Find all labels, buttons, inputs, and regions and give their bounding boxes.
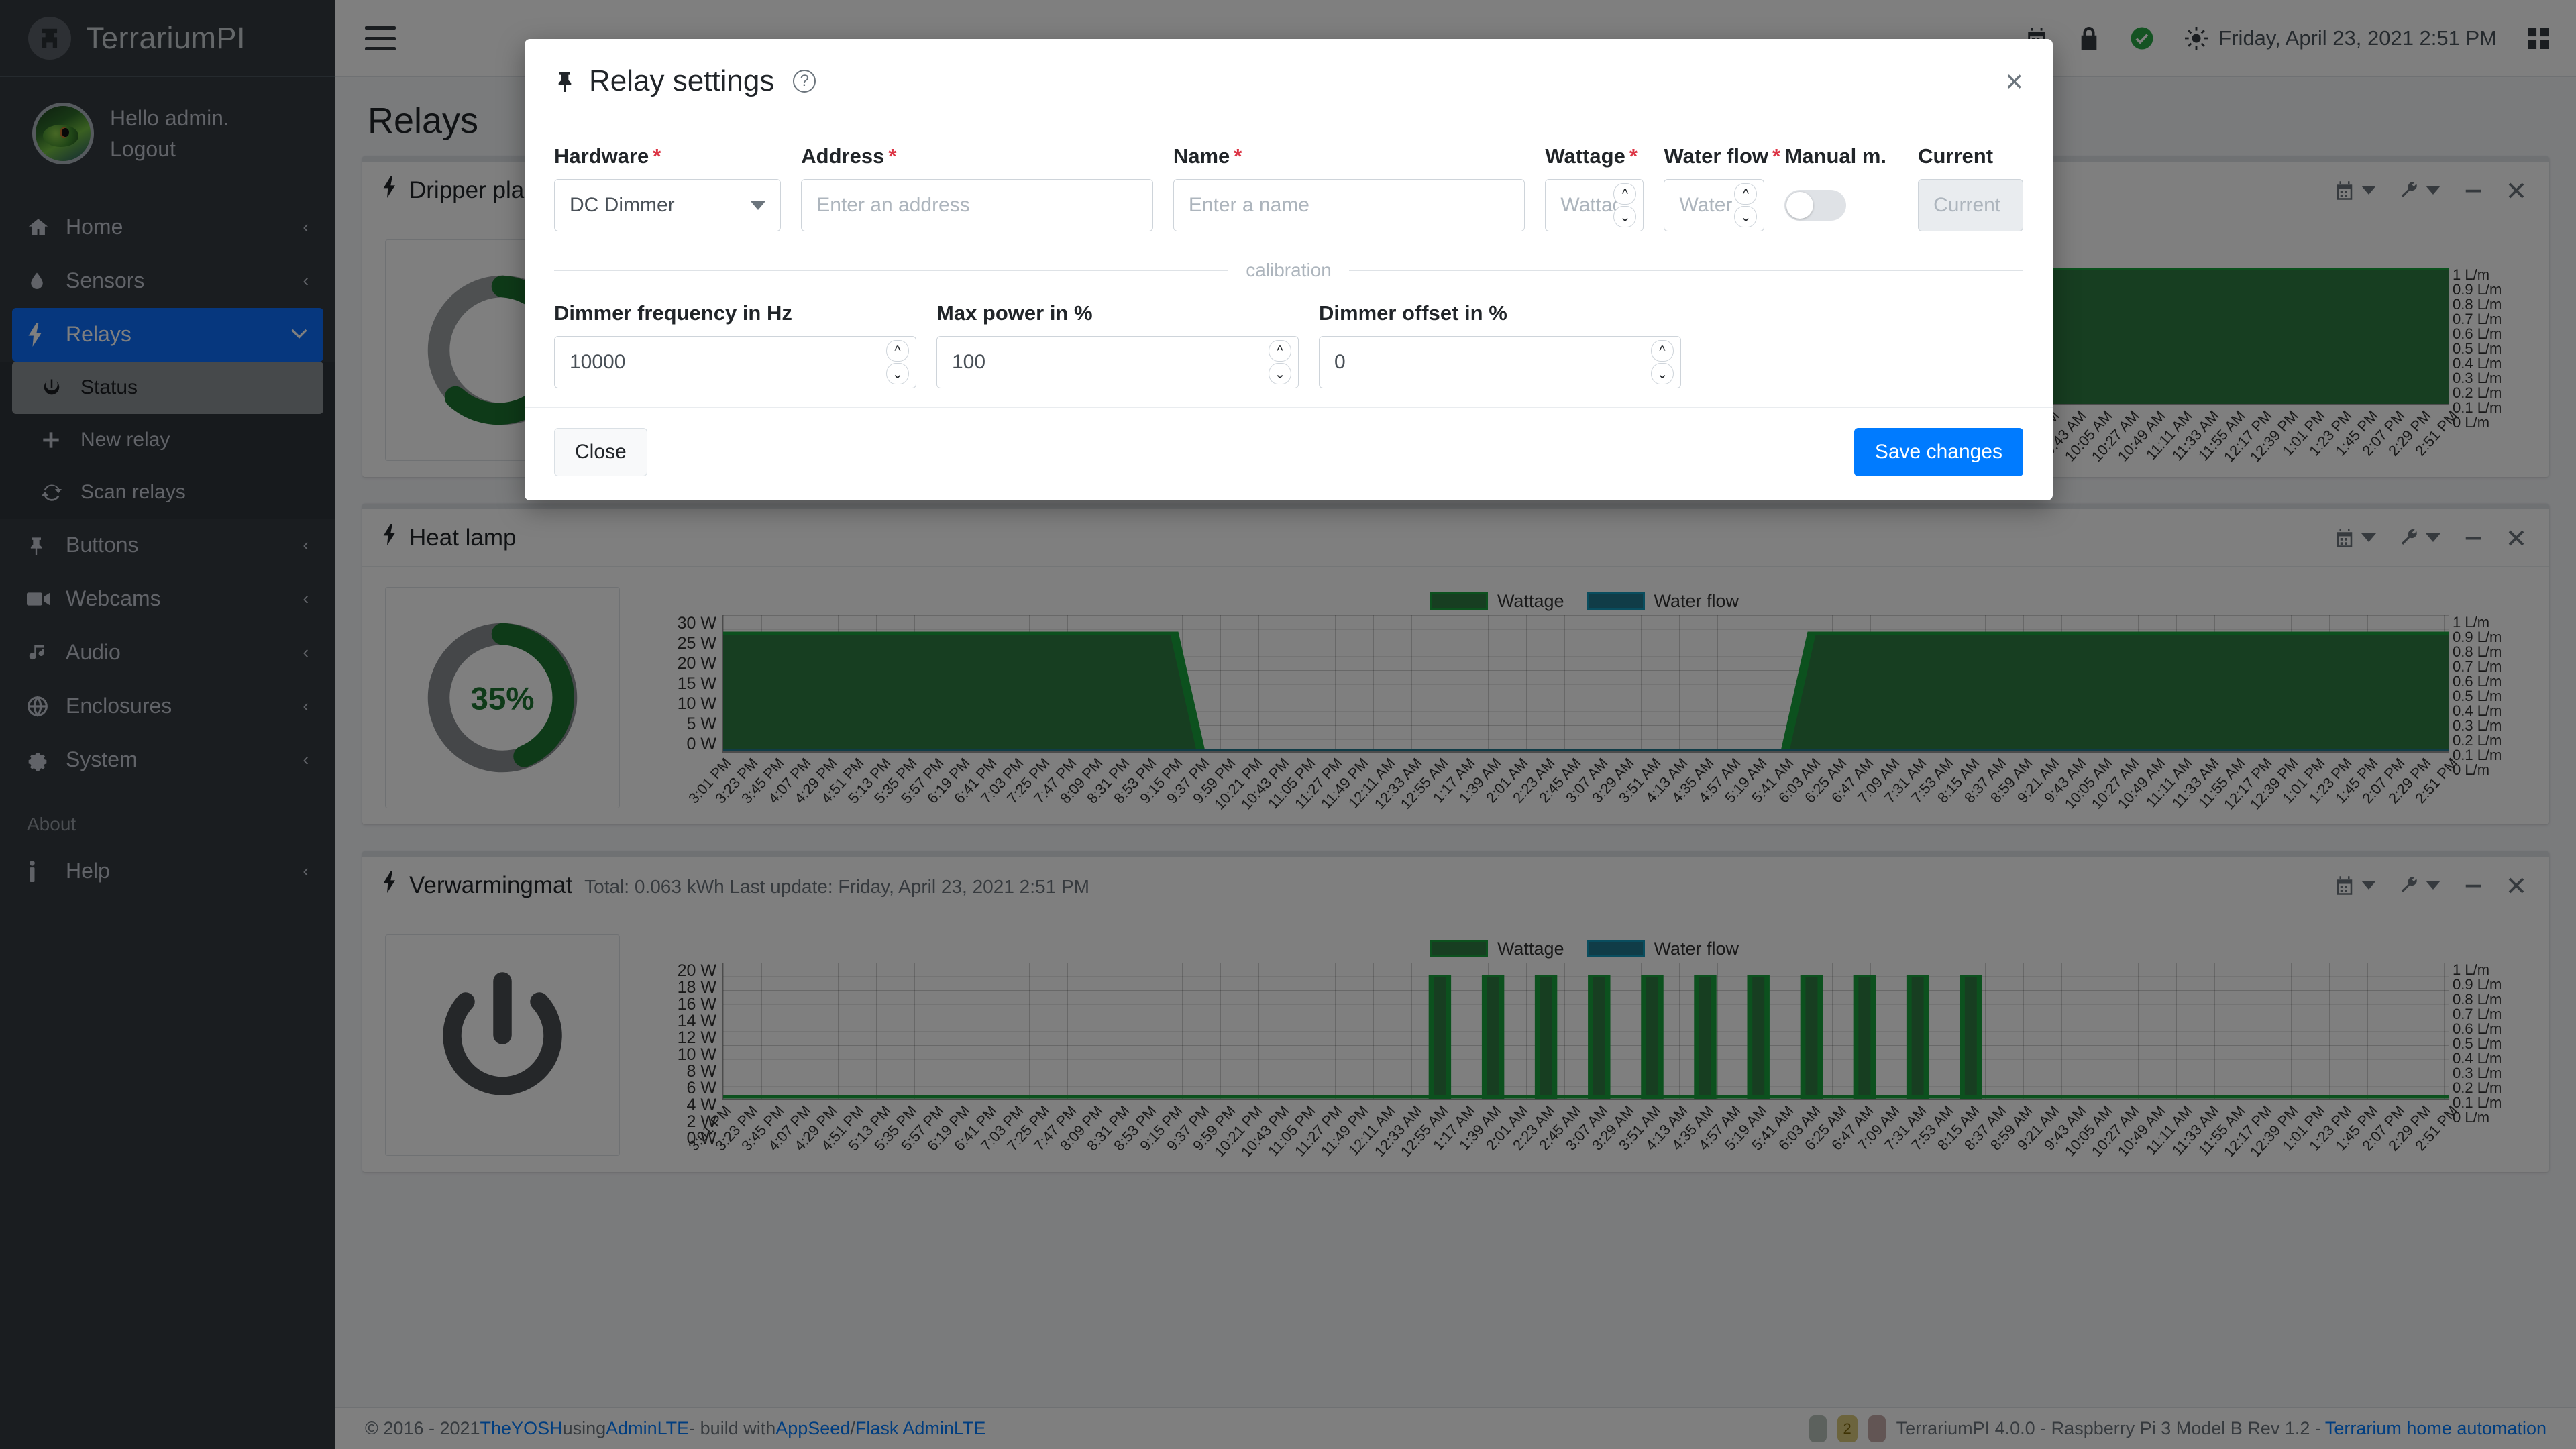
- dimmer-frequency-label: Dimmer frequency in Hz: [554, 301, 916, 325]
- calibration-legend-label: calibration: [1246, 260, 1332, 281]
- chevron-up-icon: ^: [1651, 340, 1674, 362]
- divider-line-left: [554, 270, 1228, 271]
- chevron-down-icon: ⌄: [1269, 363, 1291, 384]
- chevron-down-icon: [751, 201, 765, 210]
- modal-title-label: Relay settings: [589, 64, 774, 98]
- dimmer-frequency-input[interactable]: 10000 ^⌄: [554, 336, 916, 388]
- name-input[interactable]: Enter a name: [1173, 179, 1525, 231]
- manual-mode-label: Manual m.: [1784, 144, 1898, 168]
- chevron-down-icon: ⌄: [1613, 206, 1636, 227]
- chevron-up-icon: ^: [886, 340, 909, 362]
- wattage-input[interactable]: Wattage ^⌄: [1545, 179, 1644, 231]
- form-row-main: Hardware* DC Dimmer Address* Enter an ad…: [554, 144, 2023, 231]
- waterflow-label: Water flow*: [1664, 144, 1764, 168]
- current-label: Current: [1918, 144, 2023, 168]
- modal-footer: Close Save changes: [525, 407, 2053, 500]
- wattage-label: Wattage*: [1545, 144, 1644, 168]
- address-label: Address*: [801, 144, 1153, 168]
- chevron-up-icon: ^: [1269, 340, 1291, 362]
- field-group-dimmer-frequency: Dimmer frequency in Hz 10000 ^⌄: [554, 301, 916, 388]
- modal-header: Relay settings ? ×: [525, 39, 2053, 121]
- field-group-address: Address* Enter an address: [801, 144, 1153, 231]
- field-group-dimmer-offset: Dimmer offset in % 0 ^⌄: [1319, 301, 1681, 388]
- chevron-up-icon: ^: [1734, 183, 1757, 205]
- dimmer-offset-value: 0: [1334, 351, 1346, 374]
- divider-line-right: [1349, 270, 2023, 271]
- max-power-input[interactable]: 100 ^⌄: [936, 336, 1299, 388]
- manual-mode-toggle[interactable]: [1784, 190, 1846, 221]
- required-marker: *: [1629, 144, 1638, 168]
- field-group-wattage: Wattage* Wattage ^⌄: [1545, 144, 1644, 231]
- address-placeholder: Enter an address: [816, 194, 969, 217]
- required-marker: *: [1234, 144, 1242, 168]
- field-group-hardware: Hardware* DC Dimmer: [554, 144, 781, 231]
- chevron-down-icon: ⌄: [1734, 206, 1757, 227]
- relay-settings-modal: Relay settings ? × Hardware* DC Dimmer: [525, 39, 2053, 500]
- hardware-select[interactable]: DC Dimmer: [554, 179, 781, 231]
- waterflow-placeholder: Water flow: [1679, 194, 1738, 217]
- wattage-stepper[interactable]: ^⌄: [1613, 183, 1636, 227]
- hardware-label: Hardware*: [554, 144, 781, 168]
- address-input[interactable]: Enter an address: [801, 179, 1153, 231]
- waterflow-stepper[interactable]: ^⌄: [1734, 183, 1757, 227]
- close-button[interactable]: Close: [554, 428, 647, 476]
- name-placeholder: Enter a name: [1189, 194, 1309, 217]
- dimmer-frequency-value: 10000: [570, 351, 625, 374]
- help-circle-icon[interactable]: ?: [793, 70, 816, 93]
- hardware-select-value: DC Dimmer: [570, 194, 675, 217]
- current-input: Current: [1918, 179, 2023, 231]
- max-power-value: 100: [952, 351, 985, 374]
- dimmer-offset-stepper[interactable]: ^⌄: [1651, 340, 1674, 384]
- calibration-divider: calibration: [554, 260, 2023, 281]
- wattage-placeholder: Wattage: [1560, 194, 1619, 217]
- save-changes-button[interactable]: Save changes: [1854, 428, 2023, 476]
- form-row-calibration: Dimmer frequency in Hz 10000 ^⌄ Max powe…: [554, 301, 2023, 388]
- chevron-down-icon: ⌄: [1651, 363, 1674, 384]
- field-group-name: Name* Enter a name: [1173, 144, 1525, 231]
- max-power-label: Max power in %: [936, 301, 1299, 325]
- close-icon[interactable]: ×: [2005, 66, 2023, 97]
- field-group-max-power: Max power in % 100 ^⌄: [936, 301, 1299, 388]
- field-group-waterflow: Water flow* Water flow ^⌄: [1664, 144, 1764, 231]
- max-power-stepper[interactable]: ^⌄: [1269, 340, 1291, 384]
- dimmer-offset-input[interactable]: 0 ^⌄: [1319, 336, 1681, 388]
- field-group-manual-mode: Manual m.: [1784, 144, 1898, 221]
- chevron-up-icon: ^: [1613, 183, 1636, 205]
- required-marker: *: [1772, 144, 1780, 168]
- required-marker: *: [653, 144, 661, 168]
- current-placeholder: Current: [1933, 194, 2000, 217]
- dimmer-frequency-stepper[interactable]: ^⌄: [886, 340, 909, 384]
- field-group-current: Current Current: [1918, 144, 2023, 231]
- modal-body: Hardware* DC Dimmer Address* Enter an ad…: [525, 121, 2053, 407]
- pin-icon: [554, 68, 576, 94]
- dimmer-offset-label: Dimmer offset in %: [1319, 301, 1681, 325]
- chevron-down-icon: ⌄: [886, 363, 909, 384]
- required-marker: *: [888, 144, 896, 168]
- waterflow-input[interactable]: Water flow ^⌄: [1664, 179, 1764, 231]
- name-label: Name*: [1173, 144, 1525, 168]
